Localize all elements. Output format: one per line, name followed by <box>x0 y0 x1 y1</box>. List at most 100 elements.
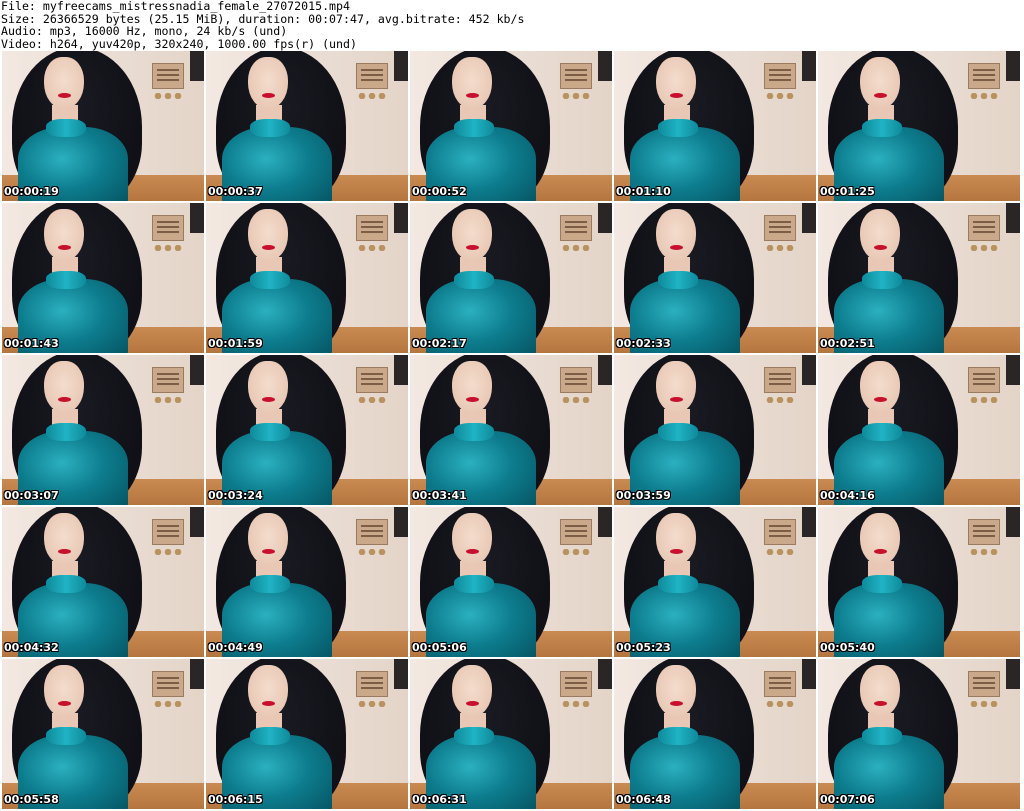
wall-hooks-image <box>562 245 592 251</box>
video-thumbnail: 00:03:59 <box>614 355 816 505</box>
wall-sign-image <box>356 63 388 89</box>
dark-panel-image <box>394 507 408 537</box>
person-lips-image <box>670 397 683 402</box>
person-lips-image <box>670 549 683 554</box>
wall-sign-image <box>560 671 592 697</box>
wall-sign-image <box>560 367 592 393</box>
person-lips-image <box>58 549 71 554</box>
person-bow-image <box>250 423 290 441</box>
person-lips-image <box>262 397 275 402</box>
wall-sign-image <box>968 671 1000 697</box>
person-face-image <box>656 513 696 565</box>
person-lips-image <box>874 549 887 554</box>
person-face-image <box>452 57 492 109</box>
person-bow-image <box>658 575 698 593</box>
thumbnail-timestamp: 00:01:25 <box>820 185 875 198</box>
video-thumbnail: 00:06:15 <box>206 659 408 809</box>
thumbnail-timestamp: 00:03:59 <box>616 489 671 502</box>
wall-hooks-image <box>766 701 796 707</box>
wall-hooks-image <box>154 245 184 251</box>
video-thumbnail: 00:00:52 <box>410 51 612 201</box>
person-bow-image <box>250 727 290 745</box>
dark-panel-image <box>598 659 612 689</box>
audio-info-line: Audio: mp3, 16000 Hz, mono, 24 kb/s (und… <box>1 24 288 39</box>
video-thumbnail: 00:03:07 <box>2 355 204 505</box>
wall-sign-image <box>764 519 796 545</box>
wall-sign-image <box>764 63 796 89</box>
video-thumbnail: 00:07:06 <box>818 659 1020 809</box>
person-face-image <box>860 209 900 261</box>
video-thumbnail: 00:05:06 <box>410 507 612 657</box>
person-face-image <box>860 513 900 565</box>
thumbnail-timestamp: 00:05:58 <box>4 793 59 806</box>
thumbnail-timestamp: 00:04:32 <box>4 641 59 654</box>
wall-hooks-image <box>562 549 592 555</box>
video-thumbnail: 00:06:48 <box>614 659 816 809</box>
wall-hooks-image <box>358 245 388 251</box>
video-thumbnail: 00:04:32 <box>2 507 204 657</box>
video-thumbnail: 00:01:25 <box>818 51 1020 201</box>
dark-panel-image <box>190 355 204 385</box>
person-face-image <box>656 665 696 717</box>
wall-hooks-image <box>358 701 388 707</box>
wall-hooks-image <box>766 549 796 555</box>
person-bow-image <box>862 575 902 593</box>
person-bow-image <box>46 575 86 593</box>
person-bow-image <box>250 271 290 289</box>
dark-panel-image <box>394 203 408 233</box>
thumbnail-timestamp: 00:03:24 <box>208 489 263 502</box>
dark-panel-image <box>1006 507 1020 537</box>
thumbnail-timestamp: 00:05:06 <box>412 641 467 654</box>
dark-panel-image <box>598 355 612 385</box>
person-lips-image <box>58 701 71 706</box>
person-lips-image <box>262 701 275 706</box>
person-face-image <box>248 513 288 565</box>
dark-panel-image <box>802 203 816 233</box>
dark-panel-image <box>1006 203 1020 233</box>
thumbnail-timestamp: 00:01:10 <box>616 185 671 198</box>
dark-panel-image <box>598 507 612 537</box>
dark-panel-image <box>190 203 204 233</box>
wall-hooks-image <box>358 93 388 99</box>
person-lips-image <box>466 245 479 250</box>
person-face-image <box>860 57 900 109</box>
thumbnail-grid: 00:00:19 00:00:37 00:00:52 00:01:10 00:01:25… <box>2 51 1020 809</box>
wall-sign-image <box>968 215 1000 241</box>
dark-panel-image <box>1006 355 1020 385</box>
person-lips-image <box>262 93 275 98</box>
dark-panel-image <box>190 507 204 537</box>
person-face-image <box>248 57 288 109</box>
thumbnail-timestamp: 00:01:59 <box>208 337 263 350</box>
video-thumbnail: 00:05:58 <box>2 659 204 809</box>
video-thumbnail: 00:03:24 <box>206 355 408 505</box>
person-bow-image <box>862 271 902 289</box>
video-thumbnail: 00:00:37 <box>206 51 408 201</box>
person-face-image <box>248 665 288 717</box>
wall-sign-image <box>356 215 388 241</box>
wall-hooks-image <box>970 93 1000 99</box>
wall-sign-image <box>560 519 592 545</box>
person-bow-image <box>454 271 494 289</box>
person-bow-image <box>454 575 494 593</box>
wall-hooks-image <box>358 549 388 555</box>
person-bow-image <box>46 727 86 745</box>
wall-sign-image <box>152 215 184 241</box>
dark-panel-image <box>598 51 612 81</box>
person-lips-image <box>262 549 275 554</box>
wall-hooks-image <box>766 245 796 251</box>
dark-panel-image <box>190 51 204 81</box>
video-thumbnail: 00:02:17 <box>410 203 612 353</box>
thumbnail-timestamp: 00:03:41 <box>412 489 467 502</box>
wall-hooks-image <box>154 701 184 707</box>
wall-hooks-image <box>970 549 1000 555</box>
wall-sign-image <box>356 367 388 393</box>
person-face-image <box>656 361 696 413</box>
file-name-line: File: myfreecams_mistressnadia_female_27… <box>1 0 351 13</box>
dark-panel-image <box>394 51 408 81</box>
thumbnail-timestamp: 00:01:43 <box>4 337 59 350</box>
person-face-image <box>44 513 84 565</box>
dark-panel-image <box>394 659 408 689</box>
wall-hooks-image <box>154 397 184 403</box>
wall-hooks-image <box>562 397 592 403</box>
person-face-image <box>452 665 492 717</box>
